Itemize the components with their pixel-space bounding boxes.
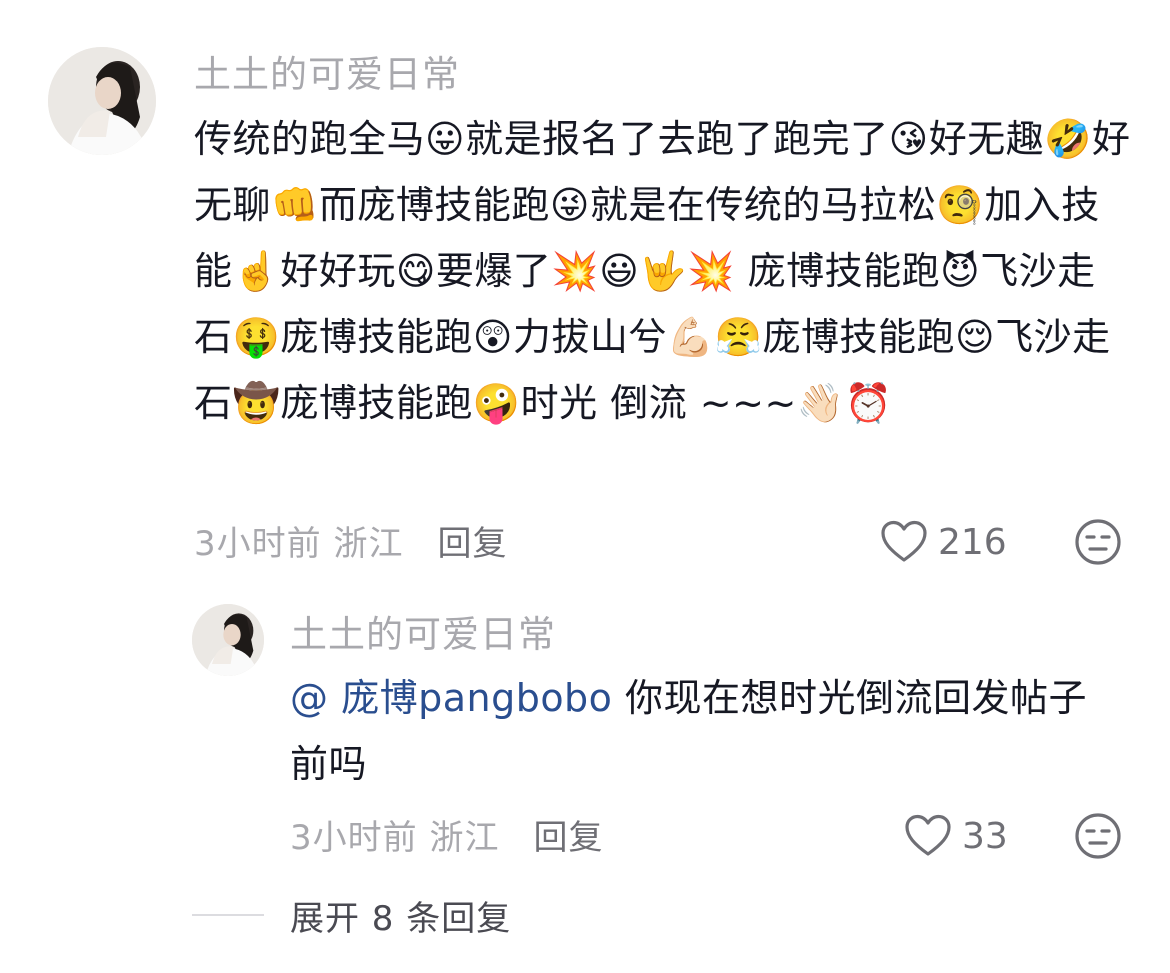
expand-replies[interactable]: 展开 8 条回复 (192, 891, 511, 940)
reply-meta: 3小时前 浙江 回复 (290, 810, 603, 859)
comment-text: 传统的跑全马😛就是报名了去跑了跑完了😘好无趣🤣好无聊👊而庞博技能跑😜就是在传统的… (194, 117, 1131, 425)
avatar-image (48, 47, 156, 155)
reply-button[interactable]: 回复 (437, 516, 507, 565)
comment-time-location: 3小时前 浙江 (194, 523, 404, 564)
expand-divider (192, 914, 264, 916)
like-count: 216 (938, 521, 1007, 563)
comment-username[interactable]: 土土的可爱日常 (194, 53, 460, 97)
reply-time-location: 3小时前 浙江 (290, 817, 500, 858)
mention-link[interactable]: @ 庞博pangbobo (290, 676, 612, 720)
avatar[interactable] (48, 47, 156, 155)
reply-text: @ 庞博pangbobo 你现在想时光倒流回发帖子前吗 (290, 665, 1110, 797)
comment-meta: 3小时前 浙江 回复 (194, 516, 507, 565)
neutral-face-icon[interactable] (1074, 518, 1122, 566)
reply-avatar[interactable] (192, 604, 264, 676)
reply-like-count: 33 (962, 815, 1008, 857)
heart-outline-icon (904, 814, 952, 858)
avatar-image (192, 604, 264, 676)
heart-outline-icon (880, 520, 928, 564)
like-button[interactable]: 216 (880, 517, 1007, 567)
reply-reply-button[interactable]: 回复 (533, 810, 603, 859)
neutral-face-icon[interactable] (1074, 812, 1122, 860)
reply-username[interactable]: 土土的可爱日常 (290, 613, 556, 657)
reply-like-button[interactable]: 33 (904, 811, 1008, 861)
expand-replies-label[interactable]: 展开 8 条回复 (290, 891, 511, 940)
